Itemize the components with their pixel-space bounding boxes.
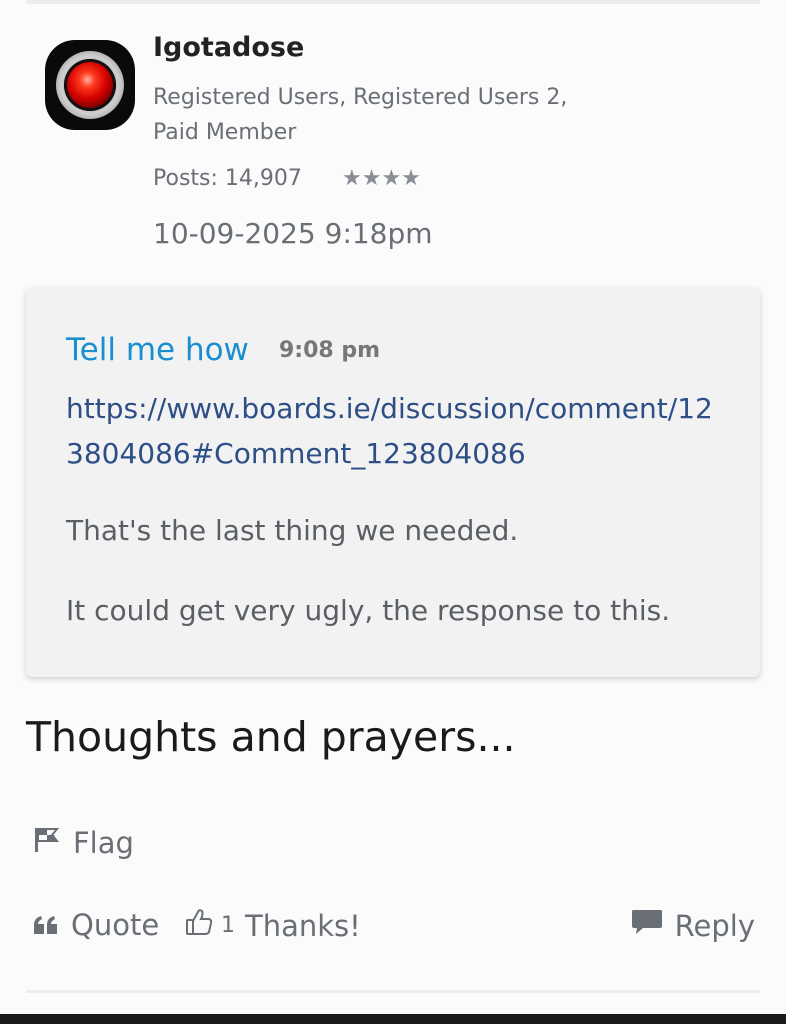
quote-paragraph: That's the last thing we needed. xyxy=(66,514,519,547)
thanks-count: 1 xyxy=(221,913,235,938)
quote-icon xyxy=(33,908,59,942)
quote-label: Quote xyxy=(71,908,160,942)
quote-paragraph: It could get very ugly, the response to … xyxy=(66,594,671,627)
avatar[interactable] xyxy=(45,40,135,130)
quote-box: Tell me how 9:08 pm https://www.boards.i… xyxy=(26,288,760,677)
post-body: Thoughts and prayers... xyxy=(26,713,516,761)
bottom-bar xyxy=(0,1014,786,1024)
flag-button[interactable]: Flag xyxy=(33,826,134,860)
flag-label: Flag xyxy=(73,826,134,860)
quote-button[interactable]: Quote xyxy=(33,908,159,942)
avatar-eye xyxy=(64,59,116,111)
avatar-ring xyxy=(56,51,124,119)
speech-bubble-icon xyxy=(631,908,663,943)
top-divider xyxy=(26,0,760,4)
rank-stars: ★★★★ xyxy=(342,166,421,191)
quote-time: 9:08 pm xyxy=(279,338,381,363)
quote-author[interactable]: Tell me how xyxy=(66,332,249,368)
thumbs-up-icon xyxy=(185,908,213,943)
thanks-button[interactable]: 1 Thanks! xyxy=(185,908,361,943)
post-date[interactable]: 10-09-2025 9:18pm xyxy=(153,217,433,250)
bottom-divider xyxy=(26,990,760,993)
flag-icon xyxy=(33,826,61,860)
reply-label: Reply xyxy=(674,908,755,943)
user-roles: Registered Users, Registered Users 2, Pa… xyxy=(153,85,568,145)
post-actions: Quote 1 Thanks! Reply xyxy=(33,908,755,948)
thanks-label: Thanks! xyxy=(245,908,361,943)
post-count: Posts: 14,907 xyxy=(153,166,302,191)
quote-link[interactable]: https://www.boards.ie/discussion/comment… xyxy=(66,386,726,476)
username[interactable]: Igotadose xyxy=(153,32,304,63)
reply-button[interactable]: Reply xyxy=(631,908,755,943)
